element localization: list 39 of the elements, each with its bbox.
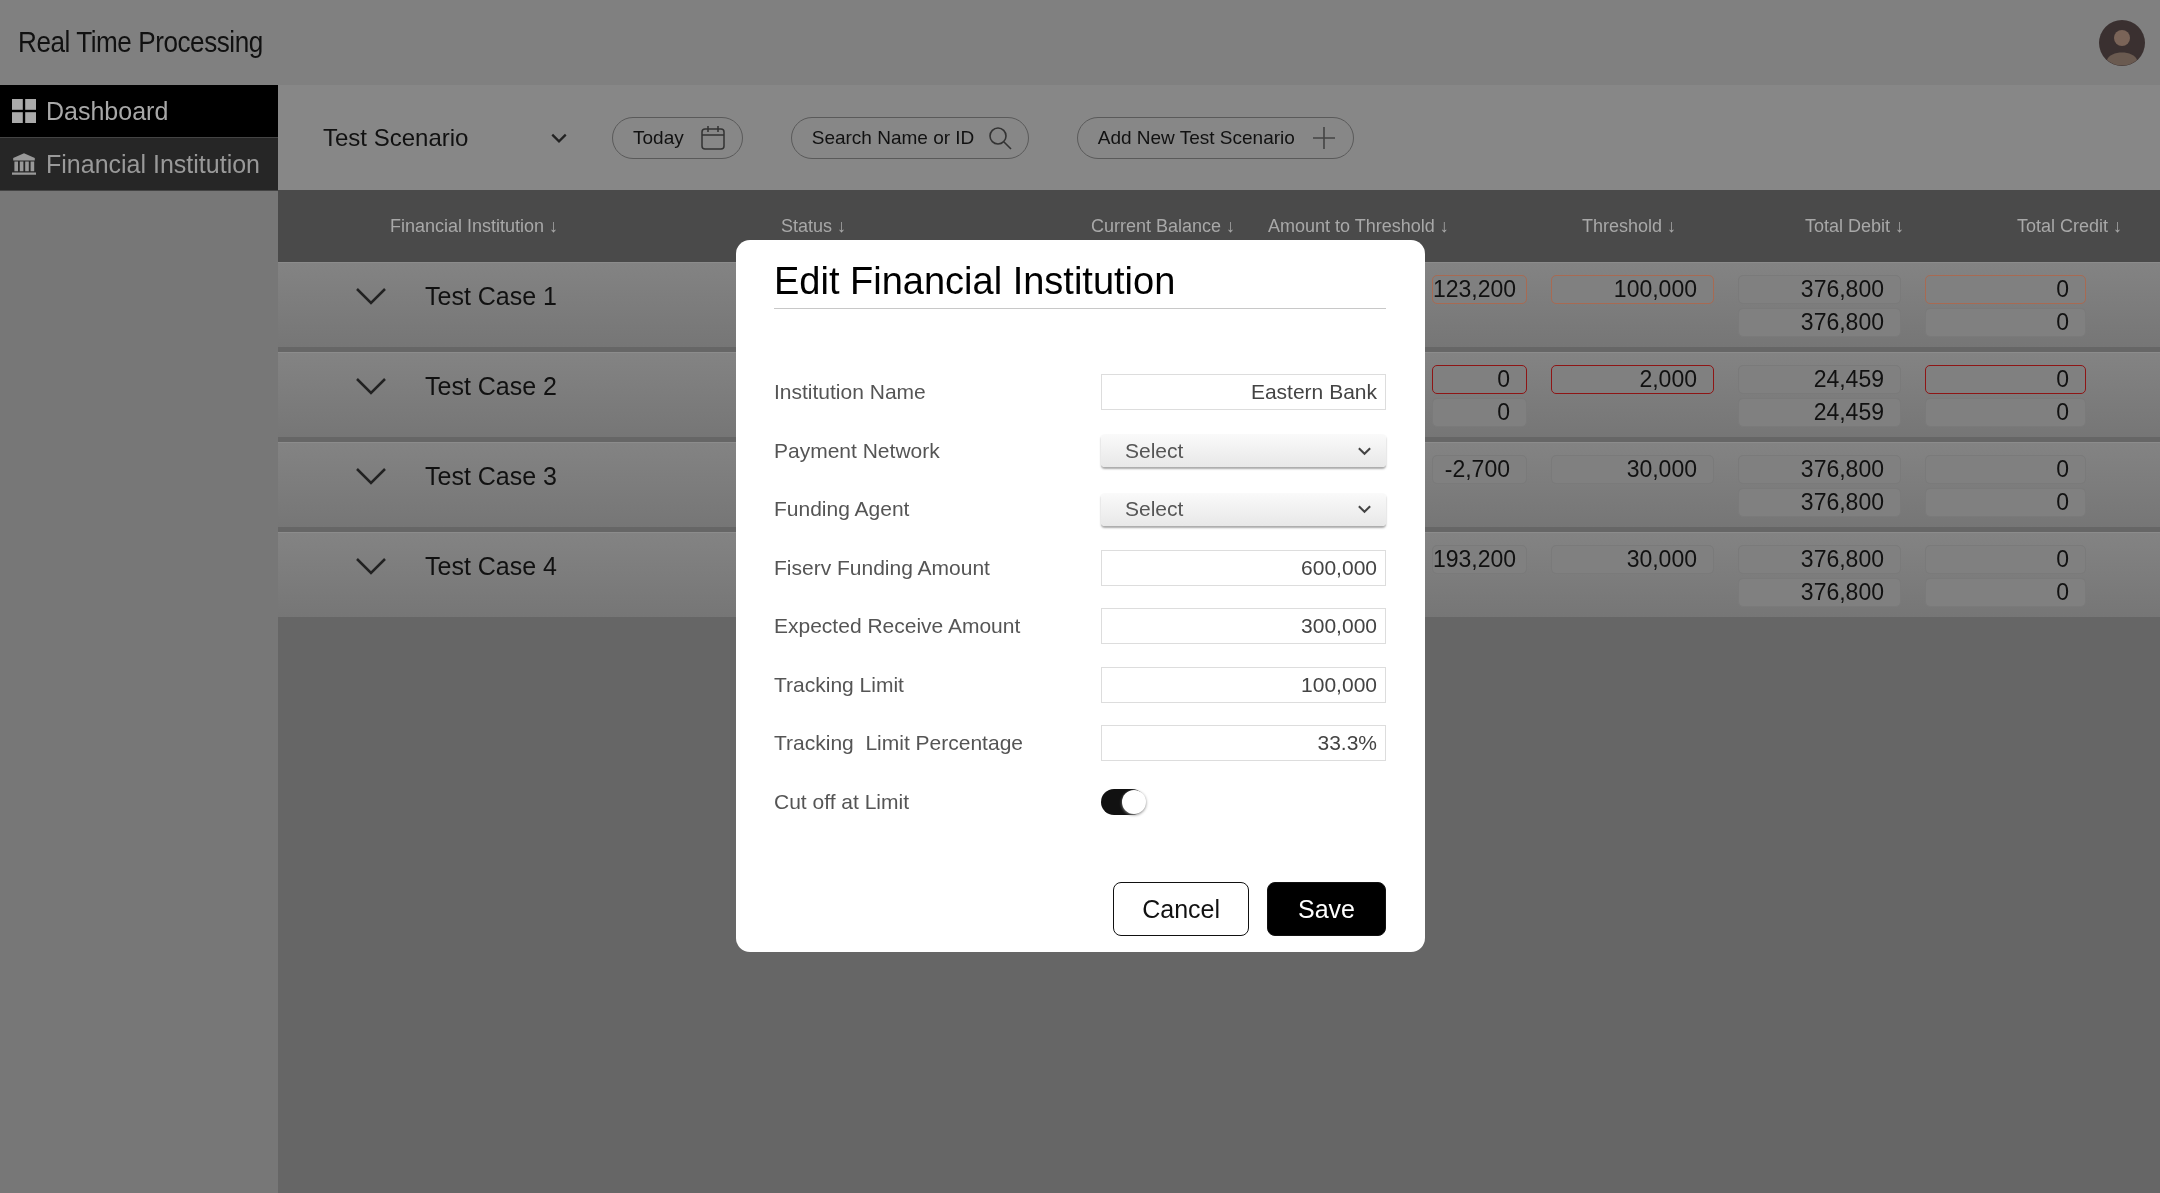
value-cell: 0 xyxy=(1925,545,2086,574)
field-label: Institution Name xyxy=(774,380,927,405)
app-title: Real Time Processing xyxy=(18,26,263,59)
field-label: Expected Receive Amount xyxy=(774,614,1022,639)
value-cell: -2,700 xyxy=(1432,455,1527,484)
value-cell: 193,200 xyxy=(1432,545,1527,574)
value-cell: 24,459 xyxy=(1738,398,1901,427)
value-cell: 0 xyxy=(1925,488,2086,517)
value-cell: 0 xyxy=(1925,275,2086,304)
value-cell: 0 xyxy=(1432,365,1527,394)
value-cell: 30,000 xyxy=(1551,545,1714,574)
value-cell: 376,800 xyxy=(1738,578,1901,607)
value-cell: 0 xyxy=(1925,398,2086,427)
value-cell: 24,459 xyxy=(1738,365,1901,394)
row-name: Test Case 1 xyxy=(425,281,557,311)
value-cell: 30,000 xyxy=(1551,455,1714,484)
field-label: Funding Agent xyxy=(774,497,911,522)
value-cell: 376,800 xyxy=(1738,488,1901,517)
value-cell: 0 xyxy=(1925,578,2086,607)
row-name: Test Case 2 xyxy=(425,371,557,401)
value-cell: 376,800 xyxy=(1738,455,1901,484)
field-label: Fiserv Funding Amount xyxy=(774,555,991,580)
value-cell: 376,800 xyxy=(1738,545,1901,574)
field-label: Tracking Limit Percentage xyxy=(774,731,1024,756)
value-cell: 100,000 xyxy=(1551,275,1714,304)
value-cell: 376,800 xyxy=(1738,308,1901,337)
value-cell: 123,200 xyxy=(1432,275,1527,304)
value-cell: 0 xyxy=(1925,365,2086,394)
dialog-title: Edit Financial Institution xyxy=(774,258,1386,309)
field-label: Payment Network xyxy=(774,438,941,463)
row-name: Test Case 4 xyxy=(425,551,557,581)
value-cell: 0 xyxy=(1432,398,1527,427)
field-label: Tracking Limit xyxy=(774,672,905,697)
value-cell: 0 xyxy=(1925,455,2086,484)
value-cell: 0 xyxy=(1925,308,2086,337)
row-name: Test Case 3 xyxy=(425,461,557,491)
value-cell: 376,800 xyxy=(1738,275,1901,304)
value-cell: 2,000 xyxy=(1551,365,1714,394)
field-label: Cut off at Limit xyxy=(774,789,910,814)
